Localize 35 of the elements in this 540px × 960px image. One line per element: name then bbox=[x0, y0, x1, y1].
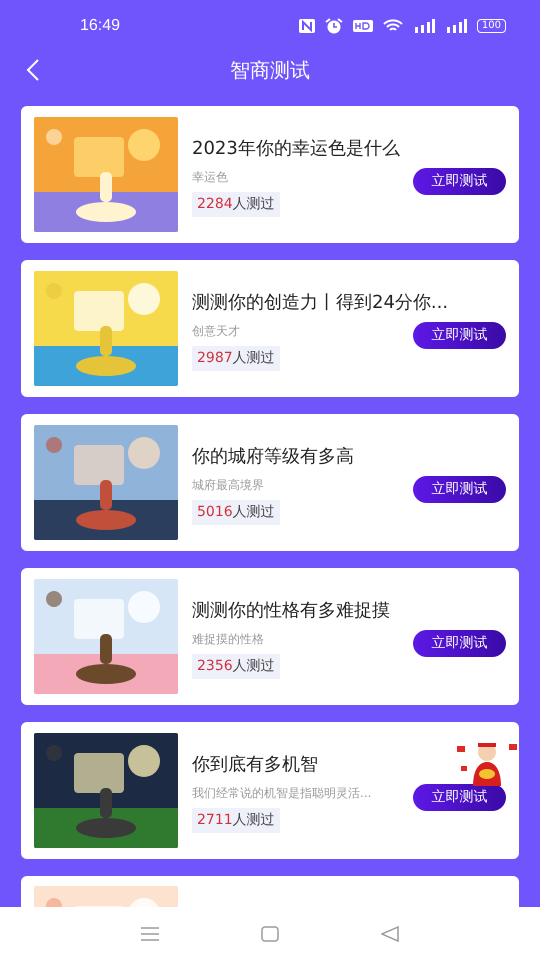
alarm-icon bbox=[324, 18, 343, 34]
test-count: 5016人测过 bbox=[192, 500, 280, 524]
test-subtitle: 城府最高境界 bbox=[192, 476, 264, 494]
test-title: 你到底有多机智 bbox=[192, 752, 319, 776]
start-test-button[interactable]: 立即测试 bbox=[413, 630, 506, 656]
signal-icon bbox=[412, 19, 435, 33]
test-card[interactable]: 你到底有多机智 我们经常说的机智是指聪明灵活... 2711人测过 立即测试 bbox=[21, 722, 519, 859]
test-count: 2711人测过 bbox=[192, 808, 280, 832]
test-subtitle: 创意天才 bbox=[192, 322, 240, 340]
page-title: 智商测试 bbox=[230, 57, 310, 84]
test-count: 2987人测过 bbox=[192, 346, 280, 370]
test-count: 2284人测过 bbox=[192, 192, 280, 216]
start-test-button[interactable]: 立即测试 bbox=[413, 784, 506, 810]
start-test-button[interactable]: 立即测试 bbox=[413, 476, 506, 502]
back-nav-button[interactable] bbox=[378, 924, 402, 944]
battery-icon: 100 bbox=[476, 19, 506, 33]
wifi-icon bbox=[382, 19, 403, 33]
test-title: 测测你的性格有多难捉摸 bbox=[192, 598, 391, 622]
test-card[interactable]: 2023年你的幸运色是什么 幸运色 2284人测过 立即测试 bbox=[21, 106, 519, 243]
test-title: 你的城府等级有多高 bbox=[192, 444, 355, 468]
start-test-button[interactable]: 立即测试 bbox=[413, 168, 506, 194]
test-card[interactable]: 测测你的创造力丨得到24分你... 创意天才 2987人测过 立即测试 bbox=[21, 260, 519, 397]
start-test-button[interactable]: 立即测试 bbox=[413, 322, 506, 348]
status-time: 16:49 bbox=[80, 16, 120, 36]
test-count: 2356人测过 bbox=[192, 654, 280, 678]
signal-icon bbox=[444, 19, 467, 33]
test-title: 测测你的创造力丨得到24分你... bbox=[192, 290, 450, 314]
nfc-icon bbox=[298, 19, 315, 33]
test-title: 2023年你的幸运色是什么 bbox=[192, 136, 401, 160]
hd-icon bbox=[352, 20, 373, 32]
test-subtitle: 幸运色 bbox=[192, 168, 228, 186]
test-subtitle: 难捉摸的性格 bbox=[192, 630, 264, 648]
test-card[interactable]: 测测你的性格有多难捉摸 难捉摸的性格 2356人测过 立即测试 bbox=[21, 568, 519, 705]
test-subtitle: 我们经常说的机智是指聪明灵活... bbox=[192, 784, 372, 802]
test-card[interactable]: 你的城府等级有多高 城府最高境界 5016人测过 立即测试 bbox=[21, 414, 519, 551]
